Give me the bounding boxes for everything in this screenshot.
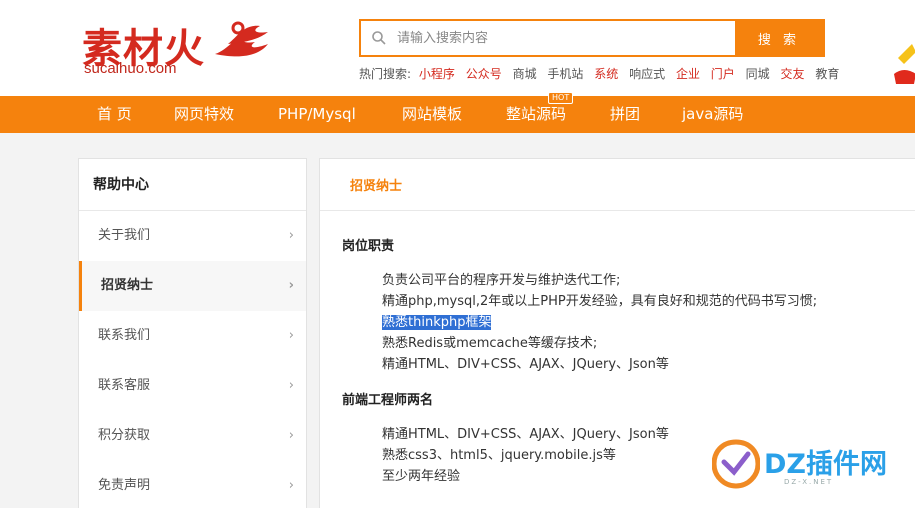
watermark: DZ插件网 DZ-X.NET — [712, 436, 912, 496]
page-title: 招贤纳士 — [320, 159, 915, 211]
help-sidebar: 帮助中心 关于我们 › 招贤纳士 › 联系我们 › 联系客服 › 积分获取 › … — [78, 158, 307, 508]
sidebar-item-support[interactable]: 联系客服 › — [79, 361, 306, 411]
main-nav: 首 页 网页特效 PHP/Mysql 网站模板 整站源码 HOT 拼团 java… — [0, 92, 915, 133]
nav-java[interactable]: java源码 — [682, 96, 743, 133]
sidebar-item-label: 积分获取 — [98, 428, 151, 443]
hot-keyword[interactable]: 商城 — [513, 67, 537, 81]
sidebar-item-label: 免责声明 — [98, 478, 151, 493]
nav-full-source-label: 整站源码 — [506, 105, 567, 123]
sidebar-item-label: 招贤纳士 — [101, 278, 154, 293]
hot-keyword[interactable]: 公众号 — [466, 67, 502, 81]
hot-keyword[interactable]: 交友 — [780, 67, 804, 81]
header: 素材火 sucaihuo.com 搜 索 热门搜索: 小程序 公众号 商城 手机… — [0, 0, 915, 96]
chevron-right-icon: › — [288, 378, 294, 393]
hot-keyword[interactable]: 教育 — [815, 67, 839, 81]
nav-php-mysql[interactable]: PHP/Mysql — [278, 96, 356, 133]
hot-keyword[interactable]: 系统 — [594, 67, 618, 81]
gift-decoration-icon — [894, 44, 915, 84]
chevron-right-icon: › — [288, 228, 294, 243]
search-input[interactable] — [397, 21, 737, 55]
sidebar-item-about[interactable]: 关于我们 › — [79, 211, 306, 261]
hot-keyword[interactable]: 门户 — [711, 67, 735, 81]
hot-search: 热门搜索: 小程序 公众号 商城 手机站 系统 响应式 企业 门户 同城 交友 … — [359, 65, 846, 82]
content-line: 精通php,mysql,2年或以上PHP开发经验，具有良好和规范的代码书写习惯; — [382, 294, 818, 309]
search-icon — [372, 31, 386, 45]
sidebar-title: 帮助中心 — [79, 159, 306, 211]
content-line: 精通HTML、DIV+CSS、AJAX、JQuery、Json等 — [382, 357, 669, 372]
search-button[interactable]: 搜 索 — [735, 21, 823, 55]
sidebar-item-contact[interactable]: 联系我们 › — [79, 311, 306, 361]
section-title: 前端工程师两名 — [342, 393, 434, 408]
chevron-right-icon: › — [288, 328, 294, 343]
sidebar-item-label: 联系我们 — [98, 328, 151, 343]
hot-keyword[interactable]: 小程序 — [419, 67, 455, 81]
search-bar: 搜 索 — [359, 19, 825, 57]
watermark-sub: DZ-X.NET — [784, 478, 834, 486]
logo-domain: sucaihuo.com — [84, 60, 177, 77]
hot-keyword[interactable]: 响应式 — [629, 67, 665, 81]
chevron-right-icon: › — [288, 478, 294, 493]
nav-templates[interactable]: 网站模板 — [402, 96, 462, 133]
hot-keyword[interactable]: 同城 — [746, 67, 770, 81]
content-line: 熟悉Redis或memcache等缓存技术; — [382, 336, 598, 351]
section-title: 岗位职责 — [342, 239, 395, 254]
content-line-selected: 熟悉thinkphp框架 — [382, 311, 492, 330]
flame-icon — [215, 21, 268, 57]
sidebar-item-careers[interactable]: 招贤纳士 › — [79, 261, 306, 311]
chevron-right-icon: › — [288, 278, 294, 293]
nav-group-buy[interactable]: 拼团 — [610, 96, 640, 133]
watermark-text: DZ插件网 — [764, 449, 887, 480]
site-logo[interactable]: 素材火 sucaihuo.com — [80, 14, 280, 80]
nav-full-source[interactable]: 整站源码 HOT — [506, 92, 574, 133]
hot-badge: HOT — [548, 92, 574, 104]
hot-keyword[interactable]: 企业 — [676, 67, 700, 81]
content-line: 熟悉css3、html5、jquery.mobile.js等 — [382, 448, 616, 463]
hot-keyword[interactable]: 手机站 — [547, 67, 583, 81]
chevron-right-icon: › — [288, 428, 294, 443]
content-line: 精通HTML、DIV+CSS、AJAX、JQuery、Json等 — [382, 427, 669, 442]
sidebar-item-points[interactable]: 积分获取 › — [79, 411, 306, 461]
nav-web-effects[interactable]: 网页特效 — [174, 96, 234, 133]
nav-home[interactable]: 首 页 — [97, 96, 132, 133]
content-line: 至少两年经验 — [382, 469, 461, 484]
sidebar-item-label: 联系客服 — [98, 378, 151, 393]
hot-search-label: 热门搜索: — [359, 67, 412, 81]
content-line: 负责公司平台的程序开发与维护迭代工作; — [382, 273, 621, 288]
selected-text: 熟悉thinkphp框架 — [382, 315, 492, 330]
sidebar-item-disclaimer[interactable]: 免责声明 › — [79, 461, 306, 508]
sidebar-item-label: 关于我们 — [98, 228, 151, 243]
dz-logo-icon — [712, 439, 760, 489]
